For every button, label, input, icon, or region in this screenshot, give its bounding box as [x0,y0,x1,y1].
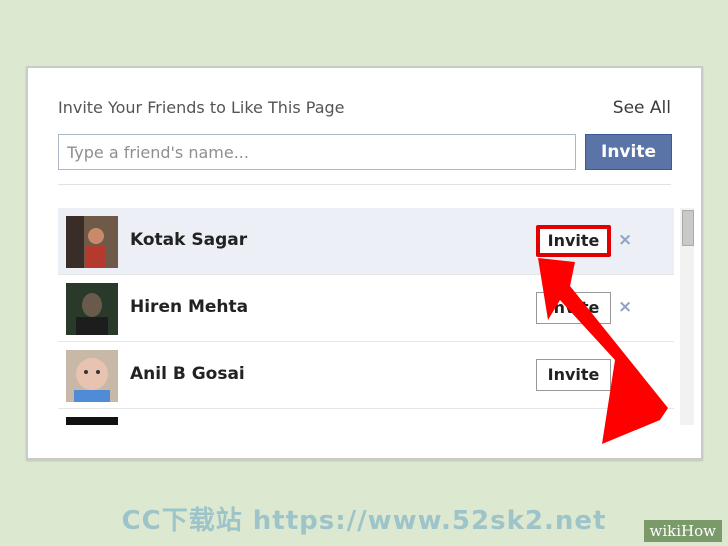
watermark: CC下载站 https://www.52sk2.net [121,506,607,536]
wikihow-logo: wikiHow [643,520,722,542]
arrow-icon [538,258,668,444]
